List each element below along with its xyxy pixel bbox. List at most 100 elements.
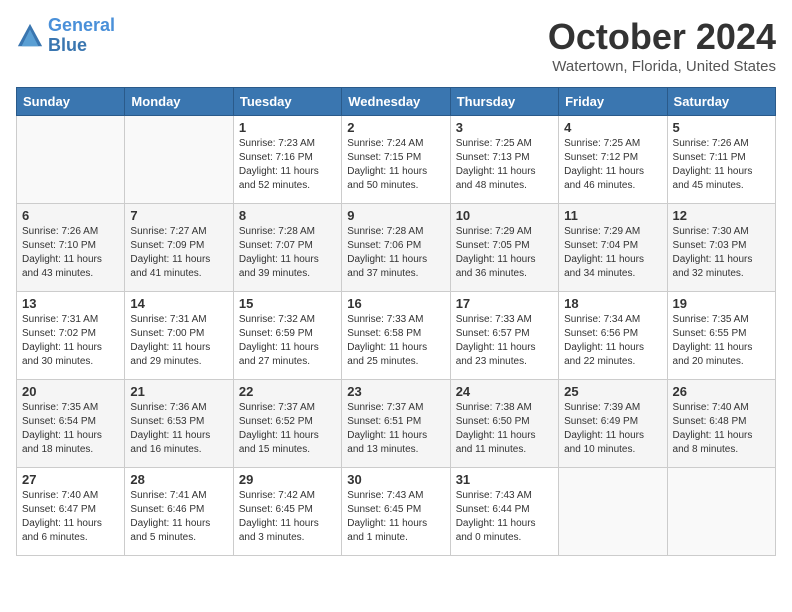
calendar-cell: 16 Sunrise: 7:33 AMSunset: 6:58 PMDayligh…: [342, 292, 450, 380]
day-number: 10: [456, 208, 553, 223]
day-number: 1: [239, 120, 336, 135]
location: Watertown, Florida, United States: [548, 58, 776, 75]
calendar-cell: [667, 468, 775, 556]
calendar-cell: 4 Sunrise: 7:25 AMSunset: 7:12 PMDaylight…: [559, 116, 667, 204]
calendar-cell: [559, 468, 667, 556]
calendar-cell: [125, 116, 233, 204]
logo-text: General Blue: [48, 16, 115, 56]
calendar-cell: 18 Sunrise: 7:34 AMSunset: 6:56 PMDayligh…: [559, 292, 667, 380]
calendar-cell: 23Sunrise: 7:37 AMSunset: 6:51 PMDayligh…: [342, 380, 450, 468]
weekday-header-wednesday: Wednesday: [342, 88, 450, 116]
calendar-cell: 14 Sunrise: 7:31 AMSunset: 7:00 PMDayligh…: [125, 292, 233, 380]
day-number: 7: [130, 208, 227, 223]
day-number: 17: [456, 296, 553, 311]
day-info: Sunrise: 7:24 AMSunset: 7:15 PMDaylight:…: [347, 137, 444, 193]
day-info: Sunrise: 7:31 AMSunset: 7:00 PMDaylight:…: [130, 313, 227, 369]
day-number: 16: [347, 296, 444, 311]
weekday-header-monday: Monday: [125, 88, 233, 116]
calendar-cell: 10 Sunrise: 7:29 AMSunset: 7:05 PMDayligh…: [450, 204, 558, 292]
calendar-cell: 21 Sunrise: 7:36 AMSunset: 6:53 PMDayligh…: [125, 380, 233, 468]
calendar-cell: 31Sunrise: 7:43 AMSunset: 6:44 PMDayligh…: [450, 468, 558, 556]
day-info: Sunrise: 7:33 AMSunset: 6:58 PMDaylight:…: [347, 313, 444, 369]
calendar-cell: 29Sunrise: 7:42 AMSunset: 6:45 PMDayligh…: [233, 468, 341, 556]
day-number: 3: [456, 120, 553, 135]
day-info: Sunrise: 7:25 AMSunset: 7:12 PMDaylight:…: [564, 137, 661, 193]
calendar-cell: 13 Sunrise: 7:31 AMSunset: 7:02 PMDayligh…: [17, 292, 125, 380]
day-info: Sunrise: 7:29 AMSunset: 7:04 PMDaylight:…: [564, 225, 661, 281]
day-number: 6: [22, 208, 119, 223]
day-info: Sunrise: 7:23 AMSunset: 7:16 PMDaylight:…: [239, 137, 336, 193]
day-number: 11: [564, 208, 661, 223]
day-number: 23: [347, 384, 444, 399]
day-number: 19: [673, 296, 770, 311]
day-info: Sunrise: 7:28 AMSunset: 7:06 PMDaylight:…: [347, 225, 444, 281]
day-info: Sunrise: 7:40 AMSunset: 6:48 PMDaylight:…: [673, 401, 770, 457]
calendar-cell: 20 Sunrise: 7:35 AMSunset: 6:54 PMDayligh…: [17, 380, 125, 468]
day-info: Sunrise: 7:36 AMSunset: 6:53 PMDaylight:…: [130, 401, 227, 457]
day-number: 28: [130, 472, 227, 487]
day-info: Sunrise: 7:26 AMSunset: 7:11 PMDaylight:…: [673, 137, 770, 193]
day-number: 30: [347, 472, 444, 487]
calendar-cell: 5 Sunrise: 7:26 AMSunset: 7:11 PMDaylight…: [667, 116, 775, 204]
day-info: Sunrise: 7:29 AMSunset: 7:05 PMDaylight:…: [456, 225, 553, 281]
day-number: 21: [130, 384, 227, 399]
day-number: 2: [347, 120, 444, 135]
day-number: 5: [673, 120, 770, 135]
calendar-table: SundayMondayTuesdayWednesdayThursdayFrid…: [16, 87, 776, 556]
day-info: Sunrise: 7:31 AMSunset: 7:02 PMDaylight:…: [22, 313, 119, 369]
calendar-cell: 19 Sunrise: 7:35 AMSunset: 6:55 PMDayligh…: [667, 292, 775, 380]
day-info: Sunrise: 7:37 AMSunset: 6:52 PMDaylight:…: [239, 401, 336, 457]
day-number: 14: [130, 296, 227, 311]
week-row-1: 1 Sunrise: 7:23 AMSunset: 7:16 PMDaylight…: [17, 116, 776, 204]
calendar-cell: 9 Sunrise: 7:28 AMSunset: 7:06 PMDaylight…: [342, 204, 450, 292]
calendar-cell: 28Sunrise: 7:41 AMSunset: 6:46 PMDayligh…: [125, 468, 233, 556]
day-number: 15: [239, 296, 336, 311]
title-area: October 2024 Watertown, Florida, United …: [548, 16, 776, 75]
day-info: Sunrise: 7:38 AMSunset: 6:50 PMDaylight:…: [456, 401, 553, 457]
day-number: 4: [564, 120, 661, 135]
day-info: Sunrise: 7:43 AMSunset: 6:44 PMDaylight:…: [456, 489, 553, 545]
day-number: 24: [456, 384, 553, 399]
day-info: Sunrise: 7:34 AMSunset: 6:56 PMDaylight:…: [564, 313, 661, 369]
day-info: Sunrise: 7:43 AMSunset: 6:45 PMDaylight:…: [347, 489, 444, 545]
calendar-cell: 7Sunrise: 7:27 AMSunset: 7:09 PMDaylight…: [125, 204, 233, 292]
day-number: 20: [22, 384, 119, 399]
day-info: Sunrise: 7:26 AMSunset: 7:10 PMDaylight:…: [22, 225, 119, 281]
day-number: 26: [673, 384, 770, 399]
day-info: Sunrise: 7:28 AMSunset: 7:07 PMDaylight:…: [239, 225, 336, 281]
day-info: Sunrise: 7:40 AMSunset: 6:47 PMDaylight:…: [22, 489, 119, 545]
logo-icon: [16, 22, 44, 50]
calendar-cell: 30 Sunrise: 7:43 AMSunset: 6:45 PMDayligh…: [342, 468, 450, 556]
logo-general: General: [48, 15, 115, 35]
calendar-body: 1 Sunrise: 7:23 AMSunset: 7:16 PMDaylight…: [17, 116, 776, 556]
week-row-2: 6 Sunrise: 7:26 AMSunset: 7:10 PMDaylight…: [17, 204, 776, 292]
day-number: 8: [239, 208, 336, 223]
weekday-header-saturday: Saturday: [667, 88, 775, 116]
day-number: 25: [564, 384, 661, 399]
day-info: Sunrise: 7:35 AMSunset: 6:54 PMDaylight:…: [22, 401, 119, 457]
day-number: 18: [564, 296, 661, 311]
day-info: Sunrise: 7:35 AMSunset: 6:55 PMDaylight:…: [673, 313, 770, 369]
calendar-cell: 15 Sunrise: 7:32 AMSunset: 6:59 PMDayligh…: [233, 292, 341, 380]
week-row-5: 27Sunrise: 7:40 AMSunset: 6:47 PMDayligh…: [17, 468, 776, 556]
day-info: Sunrise: 7:33 AMSunset: 6:57 PMDaylight:…: [456, 313, 553, 369]
calendar-cell: 25Sunrise: 7:39 AMSunset: 6:49 PMDayligh…: [559, 380, 667, 468]
calendar-cell: 8 Sunrise: 7:28 AMSunset: 7:07 PMDaylight…: [233, 204, 341, 292]
weekday-row: SundayMondayTuesdayWednesdayThursdayFrid…: [17, 88, 776, 116]
week-row-3: 13 Sunrise: 7:31 AMSunset: 7:02 PMDayligh…: [17, 292, 776, 380]
day-number: 12: [673, 208, 770, 223]
weekday-header-sunday: Sunday: [17, 88, 125, 116]
week-row-4: 20 Sunrise: 7:35 AMSunset: 6:54 PMDayligh…: [17, 380, 776, 468]
month-title: October 2024: [548, 16, 776, 58]
day-number: 13: [22, 296, 119, 311]
calendar-header: SundayMondayTuesdayWednesdayThursdayFrid…: [17, 88, 776, 116]
day-info: Sunrise: 7:25 AMSunset: 7:13 PMDaylight:…: [456, 137, 553, 193]
day-number: 9: [347, 208, 444, 223]
day-info: Sunrise: 7:32 AMSunset: 6:59 PMDaylight:…: [239, 313, 336, 369]
calendar-cell: 2 Sunrise: 7:24 AMSunset: 7:15 PMDaylight…: [342, 116, 450, 204]
calendar-cell: [17, 116, 125, 204]
logo-blue: Blue: [48, 35, 87, 55]
weekday-header-thursday: Thursday: [450, 88, 558, 116]
calendar-cell: 6 Sunrise: 7:26 AMSunset: 7:10 PMDaylight…: [17, 204, 125, 292]
calendar-cell: 27Sunrise: 7:40 AMSunset: 6:47 PMDayligh…: [17, 468, 125, 556]
